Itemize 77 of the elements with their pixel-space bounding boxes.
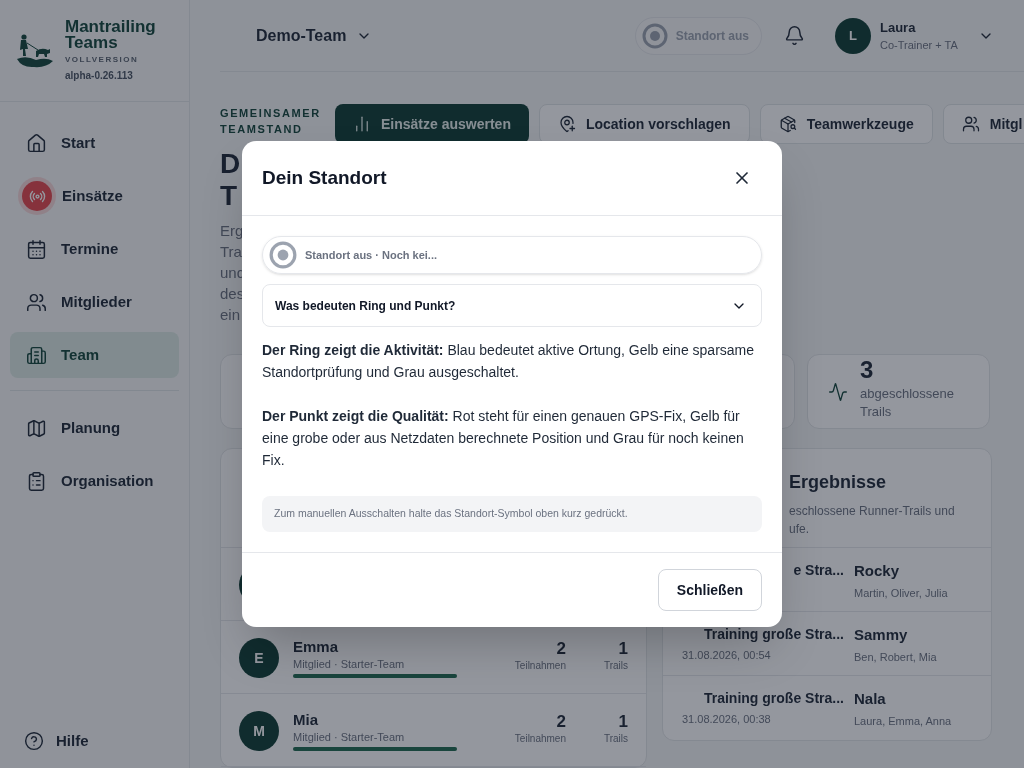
sidebar-item[interactable]: Organisation [10, 458, 179, 504]
handler-names: Ben, Robert, Mia [854, 649, 937, 665]
section-label: GEMEINSAMER TEAMSTAND [220, 106, 320, 137]
trail-count: 1 [618, 711, 628, 731]
sidebar-item[interactable]: Mitglieder [10, 279, 179, 325]
handler-names: Laura, Emma, Anna [854, 713, 952, 729]
team-selector[interactable]: Demo-Team [256, 23, 373, 48]
close-button[interactable]: Schließen [657, 569, 762, 611]
action-button[interactable]: Einsätze auswerten [335, 104, 529, 144]
trail-count: 1 [618, 638, 628, 658]
page-heading: T [220, 180, 238, 212]
nav-icon [26, 417, 47, 439]
participation-count: 2 [556, 638, 566, 658]
action-icon [353, 115, 371, 133]
nav-icon [26, 344, 47, 366]
nav-icon [26, 238, 47, 260]
member-avatar: E [239, 638, 279, 678]
member-name: Mia [293, 710, 319, 729]
sidebar-item[interactable]: Termine [10, 226, 179, 272]
action-button[interactable]: Mitgl [942, 104, 1024, 144]
member-avatar: M [239, 711, 279, 751]
version-label: alpha-0.26.113 [65, 68, 134, 83]
intro-text: Erg [220, 221, 244, 241]
result-title: Training große Stra... [702, 689, 844, 708]
participation-label: Teilnahmen [514, 732, 566, 746]
hint-note: Zum manuellen Ausschalten halte das Standort-Symbol oben kurz gedrückt. [262, 496, 762, 532]
activity-icon [828, 381, 848, 402]
intro-text: ein [220, 305, 241, 325]
location-ring-icon [269, 241, 297, 269]
sidebar-item[interactable]: Planung [10, 405, 179, 451]
stat-value: 3 [860, 354, 875, 385]
dog-name: Sammy [854, 625, 909, 645]
action-icon [778, 115, 797, 133]
explanation-text: Der Punkt zeigt die Qualität: Rot steht für einen genauen GPS-Fix, Gelb für eine grobe oder aus Netzdaten berechnete Position und Grau für noch keinen Fix. [262, 407, 745, 470]
result-title: e Stra... [792, 561, 844, 580]
user-role: Co-Trainer + TA [880, 38, 959, 53]
sidebar-item[interactable]: Start [10, 120, 179, 166]
dog-name: Rocky [854, 561, 901, 581]
notification-icon[interactable] [784, 25, 805, 46]
panel-title: Ergebnisse [789, 471, 887, 494]
user-avatar[interactable]: L [835, 17, 871, 54]
stat-label: abgeschlossene Trails [860, 384, 955, 421]
member-role: Mitglied · Starter-Team [293, 657, 406, 671]
participation-count: 2 [556, 711, 566, 731]
edition-label: VOLLVERSION [65, 53, 140, 66]
member-name: Emma [293, 637, 340, 656]
trail-label: Trails [603, 732, 628, 746]
member-role: Mitglied · Starter-Team [293, 730, 406, 744]
panel-description: eschlossene Runner-Trails und ufe. [789, 503, 956, 538]
sidebar-item[interactable]: Team [10, 332, 179, 378]
page-heading: D [220, 148, 241, 180]
result-date: 31.08.2026, 00:54 [682, 648, 772, 663]
action-button[interactable]: Teamwerkzeuge [759, 104, 933, 144]
accordion-header[interactable]: Was bedeuten Ring und Punkt? [262, 284, 762, 327]
explanation-text: Der Ring zeigt die Aktivität: Blau bedeutet aktive Ortung, Gelb eine sparsame Standortprüfung und Grau ausgeschaltet. [262, 341, 756, 382]
action-icon [557, 115, 576, 133]
person-with-dog-logo [16, 32, 54, 69]
dialog-title: Dein Standort [262, 165, 387, 190]
help-icon[interactable] [24, 730, 44, 751]
action-icon [961, 115, 980, 133]
action-button[interactable]: Location vorschlagen [538, 104, 750, 144]
handler-names: Martin, Oliver, Julia [854, 585, 948, 601]
nav-icon [26, 132, 47, 154]
nav-icon [26, 291, 47, 313]
sidebar-item[interactable]: Einsätze [10, 173, 179, 219]
result-title: Training große Stra... [702, 625, 844, 644]
user-name: Laura [880, 18, 917, 37]
app-name: Mantrailing Teams [65, 18, 157, 51]
dog-name: Nala [854, 689, 887, 709]
trail-label: Trails [603, 659, 628, 673]
location-ring-icon [641, 22, 668, 49]
help-link[interactable]: Hilfe [56, 729, 89, 752]
intro-text: Tra [220, 242, 242, 262]
broadcast-icon [22, 181, 52, 211]
participation-label: Teilnahmen [514, 659, 566, 673]
result-date: 31.08.2026, 00:38 [682, 712, 772, 727]
nav-icon [26, 470, 47, 492]
